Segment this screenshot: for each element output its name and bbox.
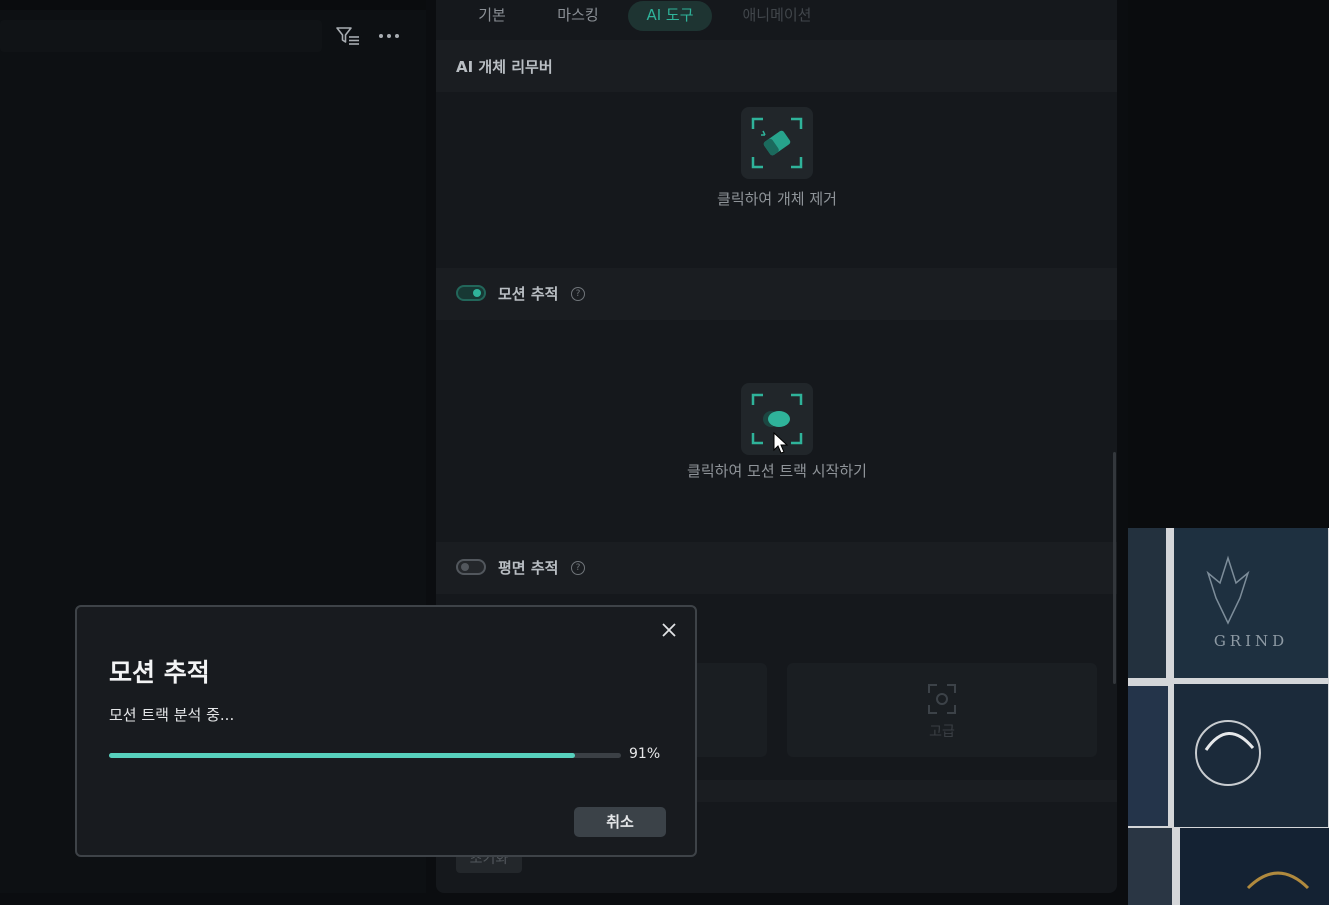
- motion-tracking-dialog: 모션 추적 모션 트랙 분석 중... 91% 취소: [75, 605, 697, 857]
- remove-object-caption: 클릭하여 개체 제거: [717, 190, 837, 208]
- ai-remover-header: AI 개체 리무버: [436, 40, 1117, 92]
- motion-tracking-help-icon[interactable]: ?: [571, 287, 585, 301]
- progress-percent: 91%: [629, 746, 661, 762]
- tab-animation[interactable]: 애니메이션: [732, 1, 822, 31]
- panel-scrollbar[interactable]: [1113, 452, 1116, 684]
- start-motion-track-caption: 클릭하여 모션 트랙 시작하기: [687, 462, 867, 480]
- cancel-button[interactable]: 취소: [574, 807, 666, 837]
- video-preview-image: GRIND: [1128, 528, 1329, 905]
- planar-tracking-toggle[interactable]: [456, 559, 486, 575]
- dialog-status-text: 모션 트랙 분석 중...: [109, 706, 235, 724]
- motion-tracking-label: 모션 추적: [498, 285, 559, 303]
- ai-remover-title: AI 개체 리무버: [456, 58, 553, 76]
- app-root: GRIND 기본 마스킹 AI 도구 애니메이션 AI 개체 리무버 클릭하여 …: [0, 0, 1329, 905]
- planar-tracking-header: 평면 추적 ?: [436, 542, 1117, 594]
- motion-tracking-toggle[interactable]: [456, 285, 486, 301]
- search-field[interactable]: [0, 20, 322, 52]
- svg-text:GRIND: GRIND: [1214, 632, 1288, 650]
- mouse-cursor-icon: [773, 431, 789, 456]
- progress-bar: [109, 753, 621, 758]
- dialog-title: 모션 추적: [109, 658, 210, 687]
- planar-tracking-label: 평면 추적: [498, 559, 559, 577]
- more-options-icon[interactable]: [375, 24, 403, 48]
- focus-frame-icon: [928, 684, 956, 714]
- planar-tracking-help-icon[interactable]: ?: [571, 561, 585, 575]
- advanced-card-label: 고급: [929, 724, 955, 740]
- eraser-frame-icon: [751, 117, 803, 169]
- property-tabs: 기본 마스킹 AI 도구 애니메이션: [436, 0, 1117, 40]
- close-icon[interactable]: [659, 620, 679, 640]
- tab-basic[interactable]: 기본: [464, 1, 520, 31]
- tab-ai-tools[interactable]: AI 도구: [628, 1, 712, 31]
- tab-masking[interactable]: 마스킹: [542, 1, 614, 31]
- advanced-option-card[interactable]: 고급: [787, 663, 1097, 757]
- left-top-strip: [0, 0, 426, 10]
- progress-bar-fill: [109, 753, 575, 758]
- preview-background: [1128, 0, 1329, 528]
- remove-object-button[interactable]: [741, 107, 813, 179]
- filter-sort-icon[interactable]: [334, 24, 362, 48]
- motion-tracking-header: 모션 추적 ?: [436, 268, 1117, 320]
